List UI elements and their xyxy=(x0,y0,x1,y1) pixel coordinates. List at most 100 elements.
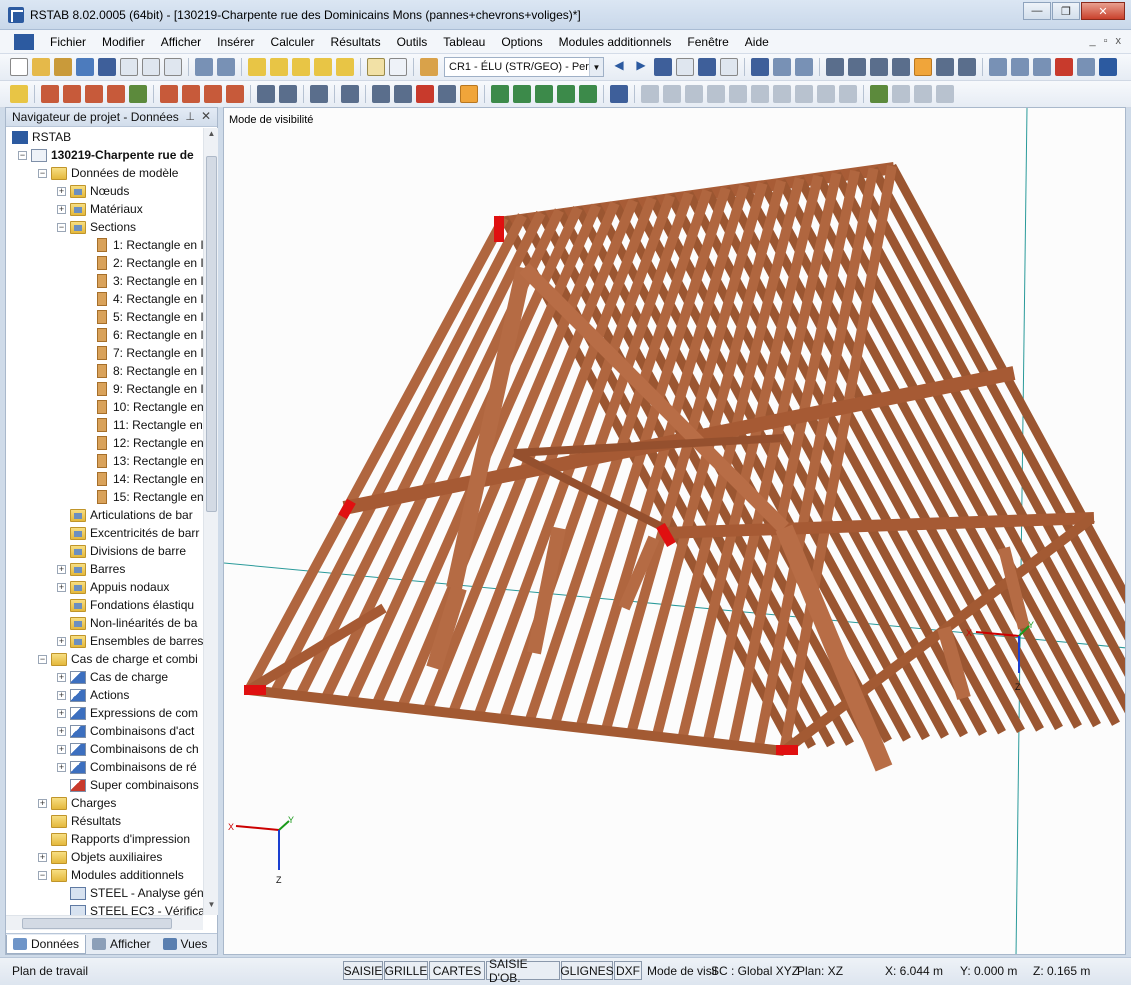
delete-icon[interactable] xyxy=(1055,58,1073,76)
grid-toggle-button[interactable]: GRILLE xyxy=(384,961,428,980)
grid-icon[interactable] xyxy=(389,58,407,76)
support-marker[interactable] xyxy=(494,216,504,242)
tree-section-item[interactable]: 8: Rectangle en I xyxy=(94,362,203,380)
tab-donnees[interactable]: Données xyxy=(6,934,87,954)
tree-section-item[interactable]: 9: Rectangle en I xyxy=(94,380,203,398)
scrollbar-thumb[interactable] xyxy=(206,156,217,512)
tree-section-item[interactable]: 5: Rectangle en I xyxy=(94,308,203,326)
support-icon[interactable] xyxy=(129,85,147,103)
tree-member-hinges[interactable]: Articulations de bar xyxy=(57,506,193,524)
tree-load-cases[interactable]: + Cas de charge xyxy=(57,668,168,686)
table-icon[interactable] xyxy=(367,58,385,76)
dimension-icon[interactable] xyxy=(257,85,275,103)
snap-toggle-button[interactable]: SAISIE xyxy=(343,961,383,980)
rafter[interactable] xyxy=(814,173,1120,726)
collapse-icon[interactable]: − xyxy=(38,168,47,178)
zoom-icon[interactable] xyxy=(394,85,412,103)
window-icon[interactable] xyxy=(336,58,354,76)
model-check-icon[interactable] xyxy=(751,58,769,76)
tree-project[interactable]: − 130219-Charpente rue de xyxy=(18,146,194,164)
active-view-icon[interactable] xyxy=(914,58,932,76)
roof-members[interactable] xyxy=(244,162,1126,772)
close-button[interactable]: ✕ xyxy=(1081,2,1125,20)
menu-fichier[interactable]: Fichier xyxy=(42,35,94,49)
wireframe-icon[interactable] xyxy=(848,58,866,76)
tab-afficher[interactable]: Afficher xyxy=(86,935,156,954)
support-py-icon[interactable] xyxy=(817,85,835,103)
print-icon[interactable] xyxy=(120,58,138,76)
eave-beam[interactable] xyxy=(248,685,785,756)
tree-model-data[interactable]: − Données de modèle xyxy=(38,164,178,182)
new-file-icon[interactable] xyxy=(10,58,28,76)
cube-icon[interactable] xyxy=(870,58,888,76)
dxf-toggle-button[interactable]: DXF xyxy=(614,961,642,980)
tree-member-eccentricities[interactable]: Excentricités de barr xyxy=(57,524,199,542)
collapse-icon[interactable]: − xyxy=(38,870,47,880)
render-icon[interactable] xyxy=(826,58,844,76)
view-x-icon[interactable] xyxy=(491,85,509,103)
save-icon[interactable] xyxy=(98,58,116,76)
load-case-select[interactable]: CR1 - ÉLU (STR/GEO) - Pern ▼ xyxy=(444,57,604,77)
chevron-down-icon[interactable]: ▼ xyxy=(589,58,603,76)
support-pz-icon[interactable] xyxy=(839,85,857,103)
expand-icon[interactable]: + xyxy=(57,708,66,718)
tree-section-item[interactable]: 2: Rectangle en I xyxy=(94,254,203,272)
tree-sections[interactable]: − Sections xyxy=(57,218,136,236)
mdi-restore-button[interactable]: ▫ xyxy=(1104,35,1108,47)
more-icon[interactable] xyxy=(1077,58,1095,76)
search-icon[interactable] xyxy=(270,58,288,76)
nodal-load-icon[interactable] xyxy=(182,85,200,103)
truss-icon[interactable] xyxy=(795,58,813,76)
view-settings-icon[interactable] xyxy=(372,85,390,103)
mdi-close-button[interactable]: x xyxy=(1116,35,1122,47)
tree-nodes[interactable]: + Nœuds xyxy=(57,182,129,200)
tree-section-item[interactable]: 15: Rectangle en xyxy=(94,488,203,506)
imposed-load-icon[interactable] xyxy=(226,85,244,103)
member-cross-icon[interactable] xyxy=(85,85,103,103)
undo-icon[interactable] xyxy=(195,58,213,76)
close-icon[interactable]: ✕ xyxy=(201,109,211,123)
results-table-icon[interactable] xyxy=(892,85,910,103)
navigator-horizontal-scrollbar[interactable] xyxy=(6,915,203,930)
tree-section-item[interactable]: 12: Rectangle en xyxy=(94,434,203,452)
menu-options[interactable]: Options xyxy=(493,35,550,49)
tree-actions[interactable]: + Actions xyxy=(57,686,129,704)
support-marker[interactable] xyxy=(244,685,266,695)
expand-icon[interactable]: + xyxy=(57,744,66,754)
guidelines-toggle-button[interactable]: GLIGNES xyxy=(560,961,614,980)
open-folder-icon[interactable] xyxy=(32,58,50,76)
mdi-minimize-button[interactable]: _ xyxy=(1089,35,1095,47)
roof-structure-model[interactable]: X Y Z X Y Z xyxy=(224,108,1126,955)
rstab-app-icon[interactable] xyxy=(8,6,24,23)
rotate-icon[interactable] xyxy=(1011,58,1029,76)
move-icon[interactable] xyxy=(341,85,359,103)
post[interactable] xyxy=(937,626,971,700)
tree-section-item[interactable]: 14: Rectangle en xyxy=(94,470,203,488)
member-set-icon[interactable] xyxy=(63,85,81,103)
tree-section-item[interactable]: 1: Rectangle en I xyxy=(94,236,203,254)
collapse-icon[interactable]: − xyxy=(38,654,47,664)
isometric-icon[interactable] xyxy=(438,85,456,103)
collapse-icon[interactable]: − xyxy=(18,150,27,160)
expand-icon[interactable]: + xyxy=(38,852,47,862)
cartes-toggle-button[interactable]: CARTES xyxy=(429,961,485,980)
expand-icon[interactable]: + xyxy=(57,726,66,736)
support-marker[interactable] xyxy=(776,745,798,755)
scroll-up-icon[interactable]: ▲ xyxy=(204,129,219,143)
member-icon[interactable] xyxy=(41,85,59,103)
internal-force-vz-icon[interactable] xyxy=(729,85,747,103)
section-view-icon[interactable] xyxy=(958,58,976,76)
redo-icon[interactable] xyxy=(217,58,235,76)
member-load-icon[interactable] xyxy=(204,85,222,103)
tree-elastic-foundations[interactable]: Fondations élastiqu xyxy=(57,596,194,614)
results-list-icon[interactable] xyxy=(936,85,954,103)
web-icon[interactable] xyxy=(76,58,94,76)
navigator-vertical-scrollbar[interactable]: ▲ ▼ xyxy=(203,128,218,915)
next-arrow-icon[interactable]: ▶ xyxy=(632,58,650,76)
tree-loads[interactable]: + Charges xyxy=(38,794,116,812)
tree-printout-reports[interactable]: Rapports d'impression xyxy=(38,830,190,848)
tree-steel-ec3[interactable]: STEEL EC3 - Vérifica xyxy=(70,902,203,915)
tree-result-combinations[interactable]: + Combinaisons de ré xyxy=(57,758,197,776)
scroll-down-icon[interactable]: ▼ xyxy=(204,900,219,914)
tree-steel-general[interactable]: STEEL - Analyse gén xyxy=(70,884,203,902)
